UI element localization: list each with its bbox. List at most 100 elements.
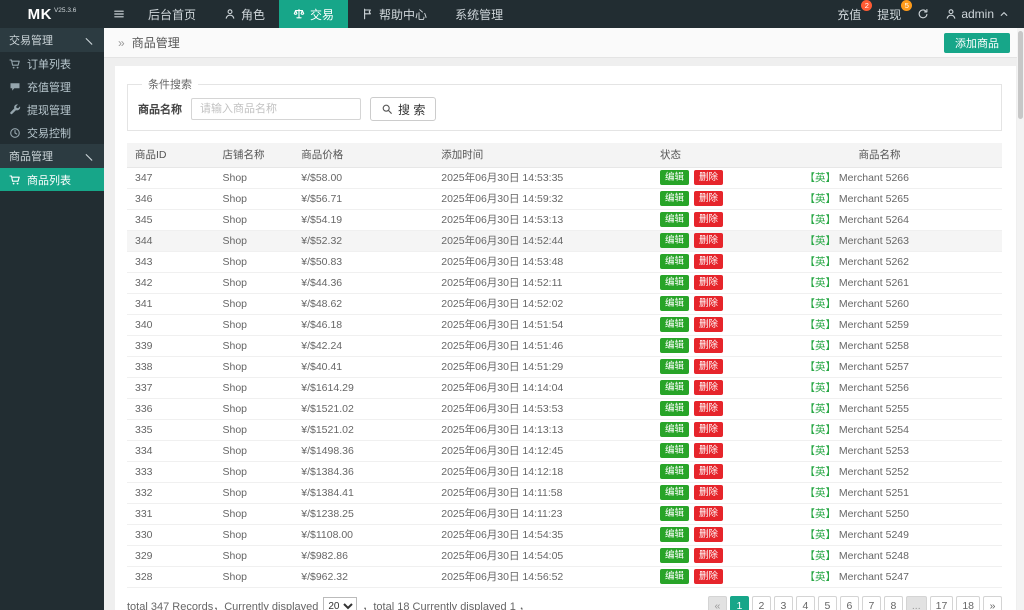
page-button-prev[interactable]: « bbox=[708, 596, 727, 610]
edit-button[interactable]: 编辑 bbox=[660, 380, 689, 395]
page-button-ellipsis[interactable]: ... bbox=[906, 596, 927, 610]
page-button-page-17[interactable]: 17 bbox=[930, 596, 954, 610]
sidebar-toggle-button[interactable] bbox=[104, 0, 134, 28]
navbar-link-recharge[interactable]: 充值2 bbox=[837, 6, 861, 23]
table-row: 344 Shop ¥/$52.32 2025年06月30日 14:52:44 编… bbox=[127, 230, 1002, 251]
edit-button[interactable]: 编辑 bbox=[660, 422, 689, 437]
page-button-page-1[interactable]: 1 bbox=[730, 596, 749, 610]
delete-button[interactable]: 删除 bbox=[694, 527, 723, 542]
nav-item-trade[interactable]: 交易 bbox=[279, 0, 348, 28]
nav-item-system[interactable]: 系统管理 bbox=[441, 0, 517, 28]
product-list-card: 条件搜索 商品名称 搜 索 bbox=[115, 66, 1016, 610]
edit-button[interactable]: 编辑 bbox=[660, 443, 689, 458]
edit-button[interactable]: 编辑 bbox=[660, 527, 689, 542]
delete-button[interactable]: 删除 bbox=[694, 275, 723, 290]
search-button-label: 搜 索 bbox=[398, 101, 425, 118]
edit-button[interactable]: 编辑 bbox=[660, 296, 689, 311]
sidebar-item-trade-control[interactable]: 交易控制 bbox=[0, 121, 104, 144]
edit-button[interactable]: 编辑 bbox=[660, 254, 689, 269]
delete-button[interactable]: 删除 bbox=[694, 191, 723, 206]
sidebar-item-order-list[interactable]: 订单列表 bbox=[0, 52, 104, 75]
edit-button[interactable]: 编辑 bbox=[660, 338, 689, 353]
edit-button[interactable]: 编辑 bbox=[660, 233, 689, 248]
sidebar-section-product-mgmt[interactable]: 商品管理 bbox=[0, 144, 104, 168]
scrollbar-thumb[interactable] bbox=[1018, 31, 1023, 119]
scrollbar[interactable] bbox=[1017, 28, 1024, 610]
page-button-page-3[interactable]: 3 bbox=[774, 596, 793, 610]
edit-button[interactable]: 编辑 bbox=[660, 170, 689, 185]
product-name: Merchant 5260 bbox=[839, 298, 909, 310]
delete-button[interactable]: 删除 bbox=[694, 485, 723, 500]
cell-added-time: 2025年06月30日 14:53:48 bbox=[433, 251, 652, 272]
cell-product-name: 【英】 Merchant 5264 bbox=[775, 209, 1003, 230]
cell-price: ¥/$52.32 bbox=[293, 230, 433, 251]
user-menu[interactable]: admin bbox=[945, 7, 1010, 21]
delete-button[interactable]: 删除 bbox=[694, 233, 723, 248]
sidebar-item-product-list[interactable]: 商品列表 bbox=[0, 168, 104, 191]
nav-item-home[interactable]: 后台首页 bbox=[134, 0, 210, 28]
cell-product-name: 【英】 Merchant 5257 bbox=[775, 356, 1003, 377]
delete-button[interactable]: 删除 bbox=[694, 548, 723, 563]
cell-shop-name: Shop bbox=[215, 272, 294, 293]
delete-button[interactable]: 删除 bbox=[694, 569, 723, 584]
delete-button[interactable]: 删除 bbox=[694, 464, 723, 479]
edit-button[interactable]: 编辑 bbox=[660, 485, 689, 500]
edit-button[interactable]: 编辑 bbox=[660, 569, 689, 584]
cell-product-id: 342 bbox=[127, 272, 215, 293]
product-region-tag: 【英】 bbox=[805, 529, 837, 541]
nav-item-label: 帮助中心 bbox=[379, 6, 427, 23]
edit-button[interactable]: 编辑 bbox=[660, 191, 689, 206]
delete-button[interactable]: 删除 bbox=[694, 359, 723, 374]
delete-button[interactable]: 删除 bbox=[694, 254, 723, 269]
cell-price: ¥/$46.18 bbox=[293, 314, 433, 335]
edit-button[interactable]: 编辑 bbox=[660, 548, 689, 563]
logo-text: MK bbox=[28, 6, 52, 23]
product-name-input[interactable] bbox=[191, 98, 361, 120]
sidebar-item-withdraw-mgmt[interactable]: 提现管理 bbox=[0, 98, 104, 121]
page-button-page-8[interactable]: 8 bbox=[884, 596, 903, 610]
page-button-page-4[interactable]: 4 bbox=[796, 596, 815, 610]
cell-shop-name: Shop bbox=[215, 377, 294, 398]
table-row: 335 Shop ¥/$1521.02 2025年06月30日 14:13:13… bbox=[127, 419, 1002, 440]
delete-button[interactable]: 删除 bbox=[694, 212, 723, 227]
page-button-page-5[interactable]: 5 bbox=[818, 596, 837, 610]
table-row: 339 Shop ¥/$42.24 2025年06月30日 14:51:46 编… bbox=[127, 335, 1002, 356]
refresh-icon bbox=[917, 8, 929, 20]
delete-button[interactable]: 删除 bbox=[694, 443, 723, 458]
navbar-link-withdraw[interactable]: 提现5 bbox=[877, 6, 901, 23]
edit-button[interactable]: 编辑 bbox=[660, 212, 689, 227]
nav-item-roles[interactable]: 角色 bbox=[210, 0, 279, 28]
page-button-page-2[interactable]: 2 bbox=[752, 596, 771, 610]
cell-price: ¥/$982.86 bbox=[293, 545, 433, 566]
edit-button[interactable]: 编辑 bbox=[660, 401, 689, 416]
cell-added-time: 2025年06月30日 14:51:46 bbox=[433, 335, 652, 356]
delete-button[interactable]: 删除 bbox=[694, 296, 723, 311]
nav-item-help[interactable]: 帮助中心 bbox=[348, 0, 441, 28]
delete-button[interactable]: 删除 bbox=[694, 170, 723, 185]
edit-button[interactable]: 编辑 bbox=[660, 464, 689, 479]
delete-button[interactable]: 删除 bbox=[694, 506, 723, 521]
sidebar-item-recharge-mgmt[interactable]: 充值管理 bbox=[0, 75, 104, 98]
edit-button[interactable]: 编辑 bbox=[660, 317, 689, 332]
page-button-page-6[interactable]: 6 bbox=[840, 596, 859, 610]
delete-button[interactable]: 删除 bbox=[694, 401, 723, 416]
delete-button[interactable]: 删除 bbox=[694, 422, 723, 437]
delete-button[interactable]: 删除 bbox=[694, 338, 723, 353]
page-button-next[interactable]: » bbox=[983, 596, 1002, 610]
refresh-button[interactable] bbox=[917, 8, 929, 20]
sidebar-section-trade-mgmt[interactable]: 交易管理 bbox=[0, 28, 104, 52]
add-product-button[interactable]: 添加商品 bbox=[944, 33, 1010, 53]
page-button-page-7[interactable]: 7 bbox=[862, 596, 881, 610]
delete-button[interactable]: 删除 bbox=[694, 317, 723, 332]
cell-status: 编辑删除 bbox=[652, 230, 775, 251]
product-region-tag: 【英】 bbox=[805, 172, 837, 184]
edit-button[interactable]: 编辑 bbox=[660, 359, 689, 374]
edit-button[interactable]: 编辑 bbox=[660, 506, 689, 521]
product-name: Merchant 5257 bbox=[839, 361, 909, 373]
page-button-page-18[interactable]: 18 bbox=[956, 596, 980, 610]
edit-button[interactable]: 编辑 bbox=[660, 275, 689, 290]
delete-button[interactable]: 删除 bbox=[694, 380, 723, 395]
app-logo: MK V25.3.6 bbox=[0, 0, 104, 28]
search-button[interactable]: 搜 索 bbox=[370, 97, 436, 121]
page-size-select[interactable]: 20 bbox=[323, 597, 357, 610]
